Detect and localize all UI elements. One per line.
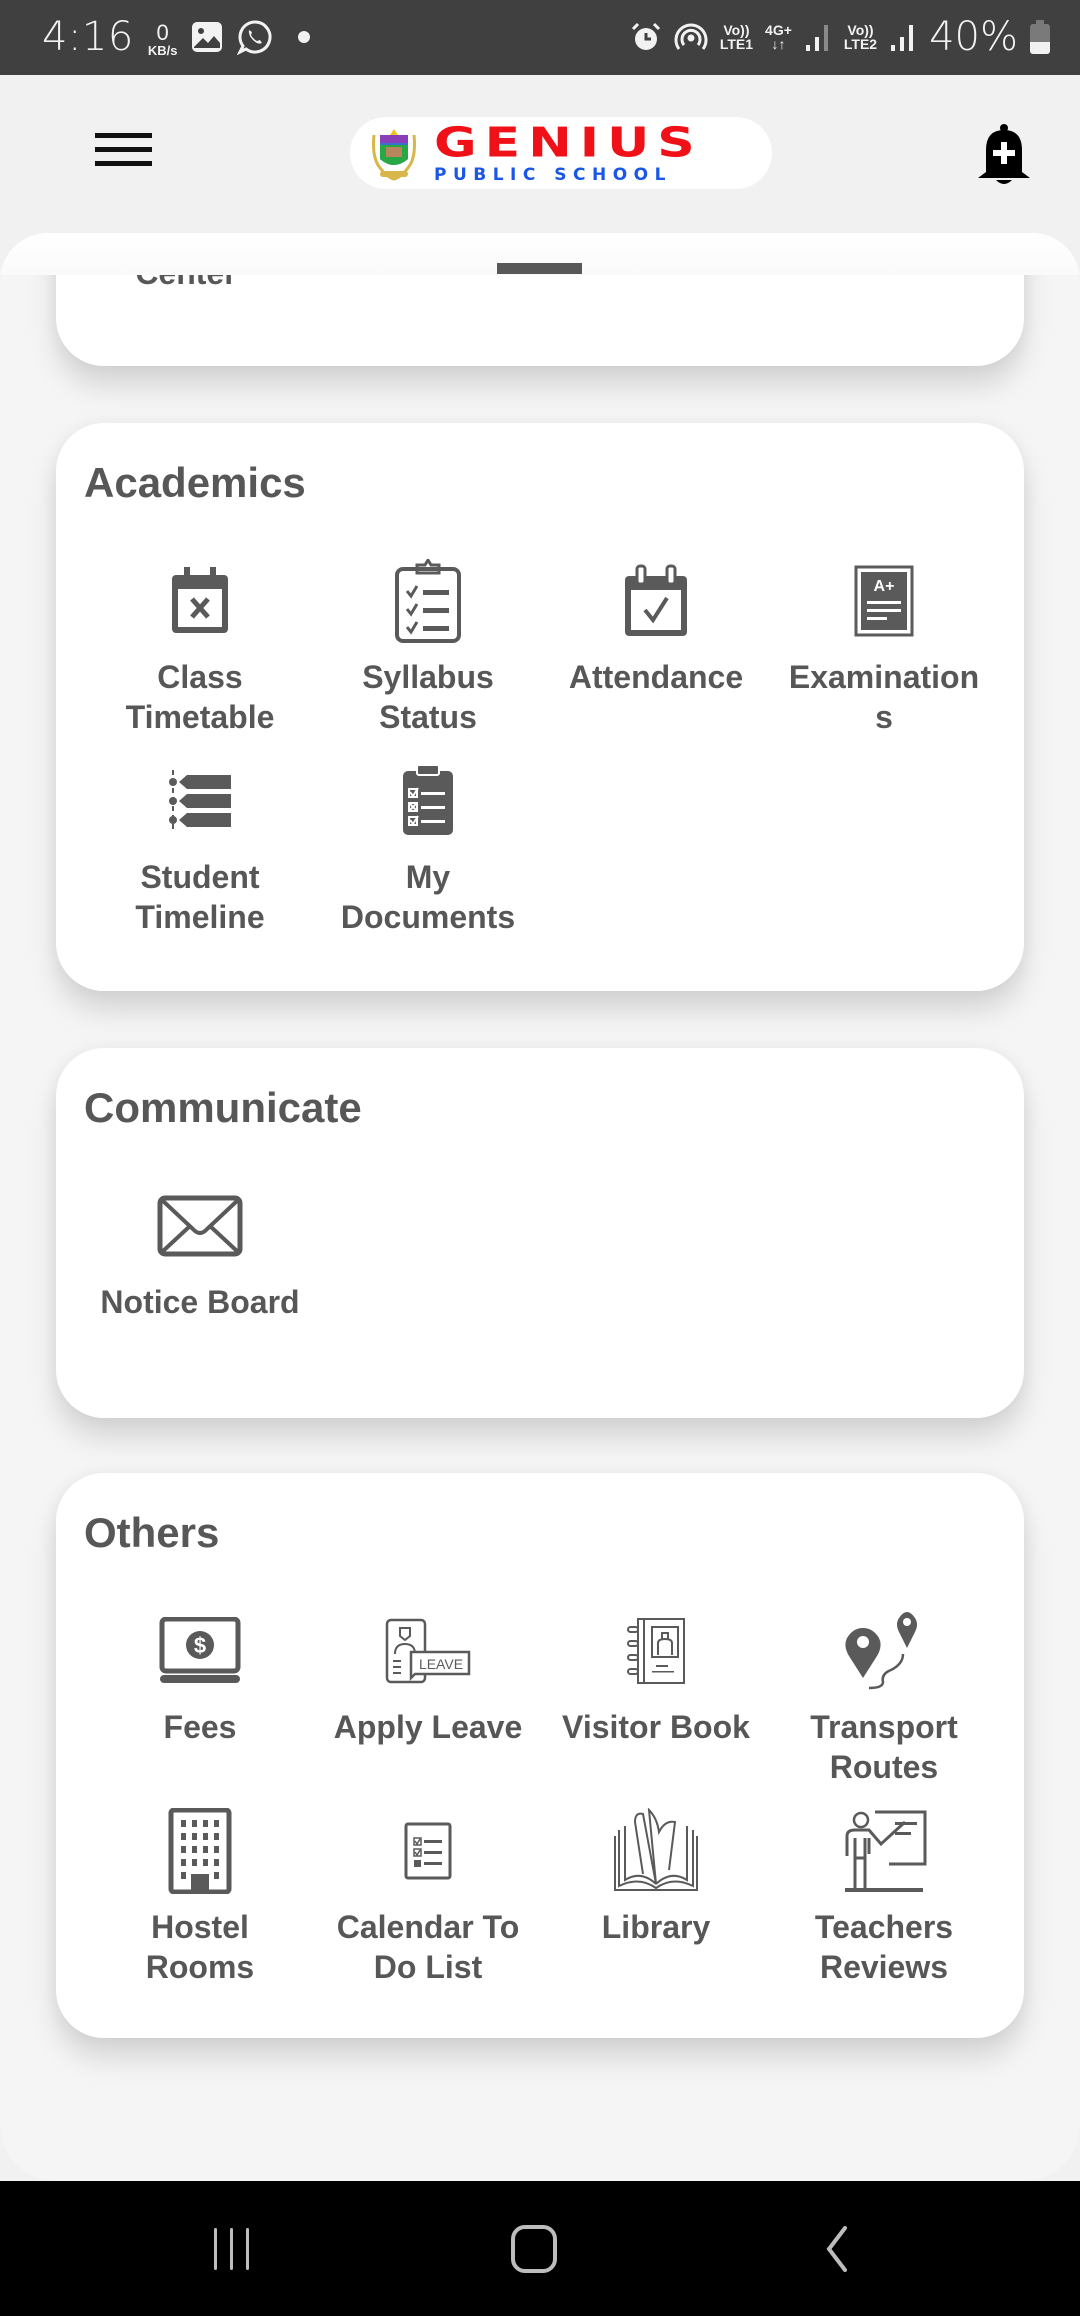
clock: 4:16 — [42, 14, 134, 60]
route-pins-icon — [845, 1612, 917, 1690]
tile-fees[interactable]: $ Fees — [86, 1603, 314, 1787]
back-icon[interactable] — [796, 2221, 876, 2277]
battery-percent: 40% — [929, 14, 1018, 60]
open-book-icon — [614, 1808, 698, 1891]
calendar-check-icon — [625, 564, 687, 636]
laptop-dollar-icon: $ — [159, 1617, 241, 1683]
tile-label: Hostel Rooms — [145, 1909, 255, 1985]
tile-label: Examinations — [788, 659, 980, 735]
section-title: Others — [84, 1509, 220, 1556]
battery-icon — [1030, 20, 1050, 54]
calendar-x-icon — [172, 567, 228, 633]
school-crest-icon — [372, 129, 416, 181]
section-title: Communicate — [84, 1084, 362, 1131]
gallery-icon — [192, 22, 223, 52]
tile-my-documents[interactable]: My Documents — [314, 753, 542, 937]
system-nav-bar — [0, 2181, 1080, 2316]
tile-label: Attendance — [568, 659, 744, 695]
home-icon[interactable] — [494, 2221, 574, 2277]
alarm-icon — [631, 22, 660, 50]
section-card-others: Others $ Fees LEAVE Apply Leave Visitor … — [56, 1473, 1024, 2038]
timeline-icon — [169, 770, 231, 832]
tile-class-timetable[interactable]: Class Timetable — [86, 553, 314, 737]
tile-label: Calendar To Do List — [336, 1909, 520, 1985]
todo-list-icon — [404, 1822, 452, 1880]
network-speed: 0 KB/s — [147, 19, 178, 58]
status-bar: 4:16 0 KB/s Vo)) LTE1 4G+ ↓↑ Vo)) LTE2 40% — [0, 0, 1080, 75]
logo-subtitle: PUBLIC SCHOOL — [434, 164, 672, 185]
tile-label: Transport Routes — [810, 1709, 958, 1785]
tile-label: Syllabus Status — [362, 659, 494, 735]
section-card-communicate: Communicate Notice Board — [56, 1048, 1024, 1418]
signal-icon — [891, 25, 914, 51]
tile-label: My Documents — [340, 859, 516, 935]
tile-label: Notice Board — [100, 1284, 300, 1320]
leave-icon: LEAVE — [385, 1618, 471, 1684]
tile-label: Apply Leave — [333, 1709, 523, 1745]
visitor-book-icon — [627, 1618, 685, 1684]
svg-text:$: $ — [194, 1633, 206, 1658]
tile-label: Class Timetable — [125, 659, 275, 735]
tile-calendar-todo[interactable]: Calendar To Do List — [314, 1803, 542, 1987]
recent-apps-icon[interactable] — [192, 2221, 272, 2277]
tile-label: Visitor Book — [562, 1709, 750, 1745]
tile-label: Library — [601, 1909, 711, 1945]
tile-teachers-reviews[interactable]: Teachers Reviews — [770, 1803, 998, 1987]
dot-icon — [298, 31, 311, 43]
network-type: 4G+ ↓↑ — [765, 22, 792, 52]
tile-attendance[interactable]: Attendance — [542, 553, 770, 737]
teacher-board-icon — [845, 1810, 927, 1892]
app-header: GENIUS PUBLIC SCHOOL — [0, 75, 1080, 233]
menu-sheet[interactable]: Center Academics Class Timetable Syllabu… — [0, 233, 1080, 2181]
whatsapp-icon — [237, 20, 272, 55]
tile-hostel-rooms[interactable]: Hostel Rooms — [86, 1803, 314, 1987]
tile-apply-leave[interactable]: LEAVE Apply Leave — [314, 1603, 542, 1787]
tile-label: Fees — [163, 1709, 237, 1745]
svg-text:LEAVE: LEAVE — [419, 1656, 463, 1672]
envelope-icon — [157, 1195, 243, 1257]
clipboard-documents-icon — [403, 765, 453, 835]
tile-visitor-book[interactable]: Visitor Book — [542, 1603, 770, 1787]
tile-library[interactable]: Library — [542, 1803, 770, 1987]
hotspot-icon — [674, 23, 708, 50]
bell-plus-icon[interactable] — [976, 122, 1032, 186]
svg-text:A+: A+ — [874, 578, 895, 595]
grade-sheet-icon: A+ — [854, 565, 914, 637]
tile-student-timeline[interactable]: Student Timeline — [86, 753, 314, 937]
clipboard-checklist-icon — [395, 559, 461, 643]
hamburger-icon[interactable] — [90, 133, 152, 173]
sim1-indicator: Vo)) LTE1 — [719, 22, 754, 52]
tile-notice-board[interactable]: Notice Board — [86, 1178, 314, 1322]
logo-title: GENIUS — [434, 119, 703, 167]
building-icon — [168, 1808, 232, 1894]
school-logo: GENIUS PUBLIC SCHOOL — [350, 117, 772, 189]
signal-icon — [805, 25, 828, 51]
section-title: Academics — [84, 459, 306, 506]
tile-label: Student Timeline — [135, 859, 265, 935]
tile-label: Teachers Reviews — [814, 1909, 954, 1985]
sim2-indicator: Vo)) LTE2 — [843, 22, 878, 52]
tile-transport-routes[interactable]: Transport Routes — [770, 1603, 998, 1787]
section-card-academics: Academics Class Timetable Syllabus Statu… — [56, 423, 1024, 991]
drag-handle[interactable] — [497, 263, 582, 274]
tile-syllabus-status[interactable]: Syllabus Status — [314, 553, 542, 737]
tile-examinations[interactable]: A+ Examinations — [770, 553, 998, 737]
